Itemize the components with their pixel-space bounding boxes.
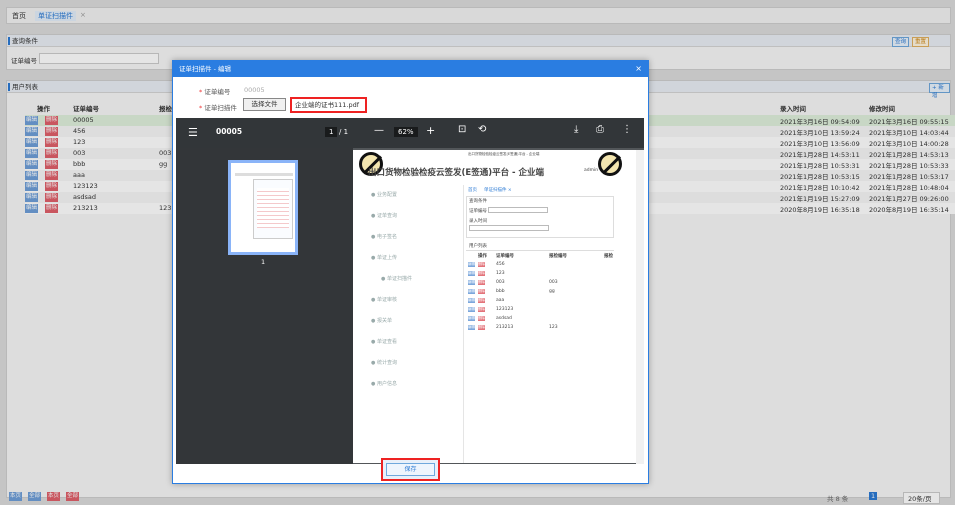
field1-label: * 证单编号 — [199, 88, 231, 96]
inner-cell-no: aaa — [496, 298, 505, 303]
pdf-doc-title: 00005 — [216, 127, 243, 136]
inner-delete-button: 删除 — [478, 316, 485, 321]
pdf-toolbar: ☰ 00005 1 / 1 — 62% + ⊡ ⟲ ⤓ ⎙ ⋮ — [176, 118, 644, 148]
rotate-icon[interactable]: ⟲ — [478, 124, 486, 135]
inner-delete-button: 删除 — [478, 307, 485, 312]
inner-delete-button: 删除 — [478, 298, 485, 303]
inner-list-title: 用户列表 — [469, 244, 487, 249]
inner-cell-no: 456 — [496, 262, 505, 267]
file-name-field: 企业端的证书111.pdf — [290, 97, 367, 113]
broken-image-icon-right — [598, 152, 622, 176]
save-button[interactable]: 保存 — [386, 463, 435, 476]
choose-file-button[interactable]: 选择文件 — [243, 98, 286, 111]
inner-delete-button: 删除 — [478, 289, 485, 294]
page-thumbnail[interactable] — [228, 160, 298, 255]
pdf-page: 出口货物检验检疫云签发(E签通)平台 - 企业端 出口货物检验检疫云签发(E签通… — [353, 150, 636, 463]
inner-col-op: 操作 — [478, 254, 487, 259]
close-icon[interactable]: × — [635, 61, 642, 77]
pdf-thumbnail-sidebar: 1 — [176, 148, 353, 464]
zoom-in-icon[interactable]: + — [426, 124, 435, 137]
pdf-menu-item: ● 统计查询 — [371, 360, 397, 366]
zoom-out-icon[interactable]: — — [374, 125, 384, 136]
inner-cell-bj: 003 — [549, 280, 558, 285]
inner-time-label: 录入时间 — [469, 219, 487, 224]
inner-tab-scans: 单证扫描件 × — [484, 188, 512, 193]
inner-field-label: 证单编号 — [469, 209, 487, 214]
inner-tab-home: 首页 — [468, 188, 477, 193]
page-current[interactable]: 1 — [325, 127, 338, 137]
save-button-outline[interactable]: 保存 — [381, 458, 440, 481]
field1-value: 00005 — [244, 86, 265, 94]
inner-edit-button: 编辑 — [468, 280, 475, 285]
inner-delete-button: 删除 — [478, 325, 485, 330]
inner-cell-no: 213213 — [496, 325, 514, 330]
page-total: / 1 — [339, 128, 349, 136]
pdf-menu-item: ● 单证上传 — [371, 255, 397, 261]
inner-cell-no: asdsad — [496, 316, 512, 321]
pdf-menu-item: ● 单证扫描件 — [381, 276, 412, 282]
pdf-menu-item: ● 电子签名 — [371, 234, 397, 240]
inner-delete-button: 删除 — [478, 262, 485, 267]
inner-edit-button: 编辑 — [468, 307, 475, 312]
inner-cell-bj: gg — [549, 289, 555, 294]
inner-edit-button: 编辑 — [468, 298, 475, 303]
more-icon[interactable]: ⋮ — [622, 124, 632, 135]
inner-cell-no: 123 — [496, 271, 505, 276]
inner-cell-no: 123123 — [496, 307, 514, 312]
pdf-menu-item: ● 单证审核 — [371, 297, 397, 303]
inner-edit-button: 编辑 — [468, 325, 475, 330]
print-icon[interactable]: ⎙ — [596, 124, 604, 135]
inner-cell-no: 003 — [496, 280, 505, 285]
inner-col-bj: 报检编号 — [549, 254, 567, 259]
pdf-scrollbar[interactable] — [636, 150, 644, 464]
dialog-header: 证单扫描件 - 编辑 × — [173, 61, 648, 77]
thumbnail-label: 1 — [261, 258, 266, 266]
inner-delete-button: 删除 — [478, 271, 485, 276]
inner-cell-bj: 123 — [549, 325, 558, 330]
inner-col-bj2: 报检 — [604, 254, 613, 259]
page-small-header: 出口货物检验检疫云签发(E签通)平台 - 企业端 — [468, 152, 540, 156]
pdf-menu-item: ● 单证查看 — [371, 339, 397, 345]
pdf-menu-item: ● 用户信息 — [371, 381, 397, 387]
download-icon[interactable]: ⤓ — [574, 124, 578, 135]
pdf-menu-item: ● 业务配置 — [371, 192, 397, 198]
inner-col-no: 证单编号 — [496, 254, 514, 259]
dialog-title: 证单扫描件 - 编辑 — [179, 65, 231, 73]
page-heading: 出口货物检验检疫云签发(E签通)平台 - 企业端 — [368, 168, 545, 178]
pdf-menu-item: ● 报关单 — [371, 318, 392, 324]
inner-edit-button: 编辑 — [468, 271, 475, 276]
inner-delete-button: 删除 — [478, 280, 485, 285]
inner-edit-button: 编辑 — [468, 316, 475, 321]
fit-page-icon[interactable]: ⊡ — [458, 124, 466, 135]
field2-label: * 证单扫描件 — [199, 104, 237, 112]
pdf-menu-item: ● 证单查询 — [371, 213, 397, 219]
inner-query-title: 查询条件 — [469, 199, 487, 204]
menu-icon[interactable]: ☰ — [188, 126, 198, 139]
inner-cell-no: bbb — [496, 289, 505, 294]
page-admin: admin — [584, 168, 599, 173]
zoom-level[interactable]: 62% — [394, 127, 418, 137]
inner-edit-button: 编辑 — [468, 289, 475, 294]
inner-edit-button: 编辑 — [468, 262, 475, 267]
